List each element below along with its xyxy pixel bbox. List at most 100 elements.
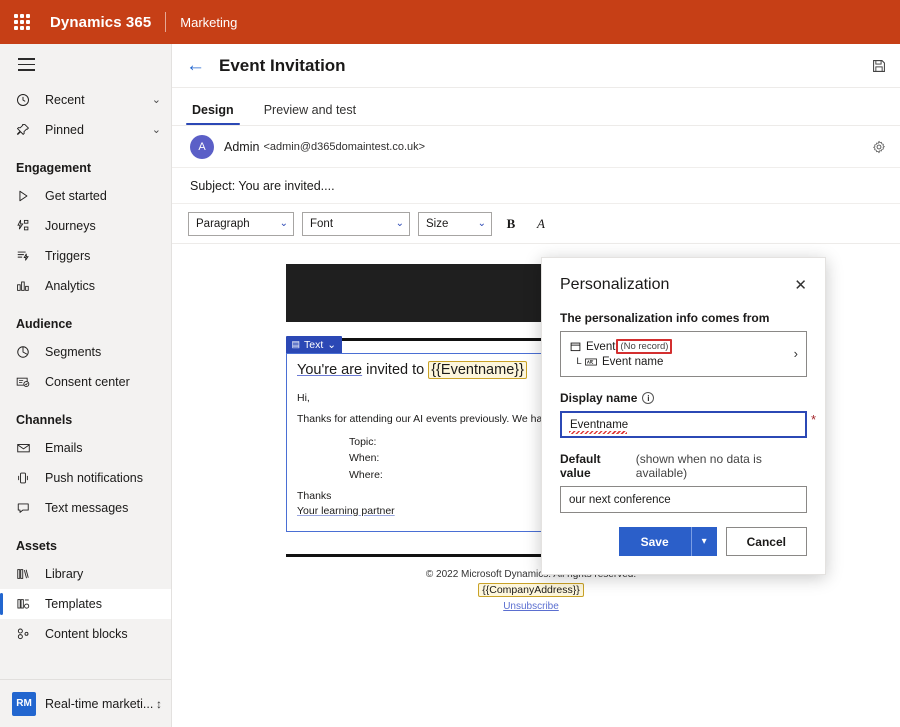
font-value: Font (310, 218, 333, 230)
chevron-right-icon[interactable]: › (794, 346, 798, 361)
sidebar-item-recent[interactable]: Recent ⌄ (0, 85, 171, 115)
text-block-label: Text (304, 339, 323, 351)
sidebar-item-text-messages[interactable]: Text messages (0, 493, 171, 523)
default-value-input[interactable] (560, 486, 807, 513)
display-name-field-wrap: * (560, 411, 807, 438)
phone-icon (16, 470, 36, 486)
pin-icon (16, 122, 36, 138)
sidebar-item-analytics[interactable]: Analytics (0, 271, 171, 301)
chevron-down-icon[interactable]: ▾ (691, 527, 717, 556)
sidebar-item-label: Triggers (45, 249, 161, 263)
library-icon (16, 566, 36, 582)
hamburger-icon[interactable] (0, 44, 44, 85)
gear-icon[interactable] (872, 140, 886, 154)
abc-field-icon (585, 357, 597, 367)
save-split-button: Save ▾ (619, 527, 717, 556)
sidebar-item-consent-center[interactable]: Consent center (0, 367, 171, 397)
display-name-label: Display name i (560, 391, 807, 405)
chevron-down-icon[interactable]: ⌄ (152, 93, 161, 106)
chevron-down-icon: ⌄ (478, 218, 486, 229)
sidebar-item-push-notifications[interactable]: Push notifications (0, 463, 171, 493)
tab-design[interactable]: Design (186, 103, 240, 125)
play-icon (16, 188, 36, 204)
display-name-label-text: Display name (560, 391, 637, 405)
source-field-row: L Event name (570, 356, 788, 368)
personalization-source-picker[interactable]: Event (No record) L Event name › (560, 331, 807, 377)
display-name-group: Display name i * (560, 391, 807, 438)
close-icon[interactable]: ✕ (792, 276, 809, 295)
area-switcher[interactable]: RM Real-time marketi... ↕ (0, 679, 172, 727)
sender-row: A Admin <admin@d365domaintest.co.uk> (172, 126, 900, 168)
triggers-icon (16, 248, 36, 264)
sidebar-item-library[interactable]: Library (0, 559, 171, 589)
back-arrow-icon[interactable]: ← (186, 56, 205, 75)
headline-prefix: You're are (297, 362, 362, 378)
subject-row[interactable]: Subject: You are invited.... (172, 168, 900, 204)
tree-elbow: L (576, 357, 582, 368)
consent-icon (16, 374, 36, 390)
sidebar-item-label: Text messages (45, 501, 161, 515)
sidebar-item-label: Consent center (45, 375, 161, 389)
default-value-label-bold: Default value (560, 452, 631, 480)
sidebar-item-label: Push notifications (45, 471, 161, 485)
source-entity-name: Event (586, 341, 615, 353)
font-select[interactable]: Font ⌄ (302, 212, 410, 236)
dialog-footer: Save ▾ Cancel (542, 527, 825, 556)
tab-strip: Design Preview and test (172, 88, 900, 126)
sidebar-item-pinned[interactable]: Pinned ⌄ (0, 115, 171, 145)
sidebar-item-label: Journeys (45, 219, 161, 233)
sidebar-item-label: Content blocks (45, 627, 161, 641)
sidebar-item-label: Get started (45, 189, 161, 203)
sidebar-item-triggers[interactable]: Triggers (0, 241, 171, 271)
italic-button[interactable]: A (530, 212, 552, 236)
app-header-bar: Dynamics 365 Marketing (0, 0, 900, 44)
personalization-token[interactable]: {{Eventname}} (428, 361, 527, 379)
chat-icon (16, 500, 36, 516)
source-lines: Event (No record) L Event name (570, 339, 788, 368)
headline-mid: invited to (362, 362, 428, 378)
display-name-input[interactable] (560, 411, 807, 438)
app-launcher-button[interactable] (0, 0, 44, 44)
sidebar-item-journeys[interactable]: Journeys (0, 211, 171, 241)
default-value-group: Default value (shown when no data is ava… (560, 452, 807, 513)
text-block-icon: ▤ (292, 339, 301, 350)
sidebar-item-label: Pinned (45, 123, 152, 137)
source-label: The personalization info comes from (560, 311, 807, 325)
analytics-icon (16, 278, 36, 294)
cancel-button[interactable]: Cancel (726, 527, 807, 556)
sidebar-item-get-started[interactable]: Get started (0, 181, 171, 211)
chevron-down-icon[interactable]: ⌄ (152, 123, 161, 136)
sidebar-item-segments[interactable]: Segments (0, 337, 171, 367)
avatar: A (190, 135, 214, 159)
sidebar-item-label: Emails (45, 441, 161, 455)
sidebar-group-audience: Audience (0, 301, 171, 337)
up-down-chevron-icon[interactable]: ↕ (156, 697, 162, 711)
paragraph-style-value: Paragraph (196, 218, 250, 230)
envelope-icon (16, 440, 36, 456)
tab-preview-and-test[interactable]: Preview and test (258, 103, 362, 125)
chevron-down-icon: ⌄ (396, 218, 404, 229)
save-button[interactable]: Save (619, 527, 691, 556)
sidebar-item-label: Recent (45, 93, 152, 107)
info-icon[interactable]: i (642, 392, 654, 404)
bold-button[interactable]: B (500, 212, 522, 236)
sidebar-item-templates[interactable]: Templates (0, 589, 171, 619)
email-footer: © 2022 Microsoft Dynamics. All rights re… (286, 569, 776, 612)
dialog-header: Personalization ✕ (542, 258, 825, 295)
company-address-token[interactable]: {{CompanyAddress}} (478, 583, 583, 597)
size-select[interactable]: Size ⌄ (418, 212, 492, 236)
sidebar-item-emails[interactable]: Emails (0, 433, 171, 463)
command-bar: ← Event Invitation (172, 44, 900, 88)
email-editor: A Admin <admin@d365domaintest.co.uk> Sub… (172, 126, 900, 727)
text-block-tag[interactable]: ▤ Text ⌄ (286, 336, 343, 353)
source-entity-row: Event (No record) (570, 339, 788, 354)
paragraph-style-select[interactable]: Paragraph ⌄ (188, 212, 294, 236)
area-switcher-label: Real-time marketi... (45, 697, 156, 711)
save-disk-icon[interactable] (872, 59, 886, 73)
sidebar-item-content-blocks[interactable]: Content blocks (0, 619, 171, 649)
size-value: Size (426, 218, 448, 230)
default-value-label: Default value (shown when no data is ava… (560, 452, 807, 480)
calendar-icon (570, 341, 581, 352)
unsubscribe-link[interactable]: Unsubscribe (286, 601, 776, 612)
sidebar-item-label: Segments (45, 345, 161, 359)
